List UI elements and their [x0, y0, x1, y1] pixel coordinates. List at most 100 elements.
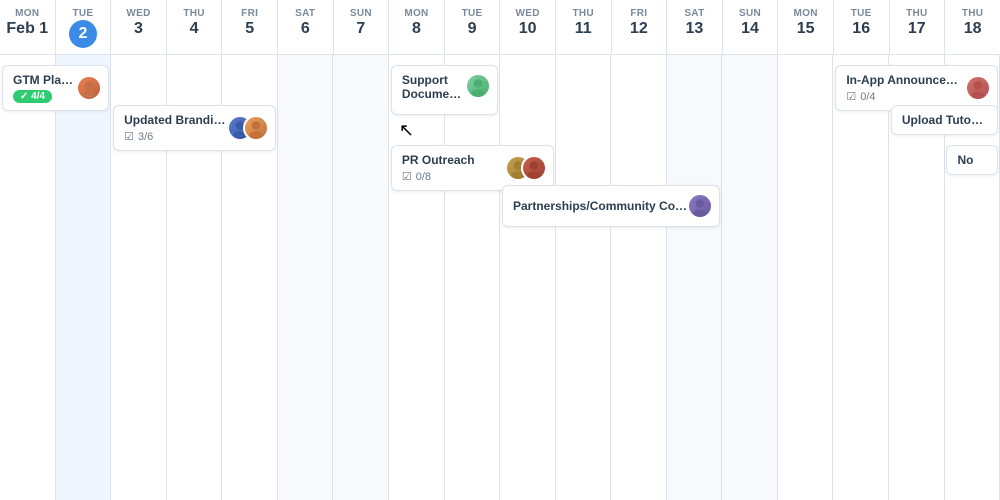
avatar [687, 193, 713, 219]
day-name: WED [516, 8, 540, 19]
day-header-10: WED10 [500, 0, 556, 54]
progress-text: 0/8 [416, 171, 431, 183]
day-header-3: WED3 [111, 0, 167, 54]
event-title: In-App Announcement [846, 73, 965, 87]
avatar [465, 73, 491, 99]
day-name: FRI [241, 8, 258, 19]
event-meta: ☑ 0/4 [846, 90, 965, 103]
calendar-header: MONFeb 1TUE2WED3THU4FRI5SAT6SUN7MON8TUE9… [0, 0, 1000, 55]
day-header-8: MON8 [389, 0, 445, 54]
check-icon: ☑ [124, 130, 134, 143]
day-number: 3 [134, 20, 143, 38]
day-name: TUE [72, 8, 93, 19]
day-header-13: SAT13 [667, 0, 723, 54]
event-partial[interactable]: No [946, 145, 998, 175]
event-meta: ☑ 0/8 [402, 170, 505, 183]
day-name: MON [404, 8, 428, 19]
event-title: Support [402, 73, 465, 87]
day-column-12 [667, 55, 723, 500]
day-number: Feb 1 [6, 20, 48, 38]
calendar-body: GTM Plan and Messa... ✓ 4/4 Updated Bran… [0, 55, 1000, 500]
avatar [521, 155, 547, 181]
check-icon: ☑ [402, 170, 412, 183]
event-branding[interactable]: Updated Branding & Logos ☑ 3/6 [113, 105, 276, 151]
event-title: GTM Plan and Messa... [13, 73, 76, 87]
day-number: 12 [630, 20, 648, 38]
event-title: Updated Branding & Logos [124, 113, 227, 127]
progress-text: 3/6 [138, 131, 153, 143]
day-header-9: TUE9 [445, 0, 501, 54]
day-header-17: THU17 [890, 0, 946, 54]
event-title: PR Outreach [402, 153, 505, 167]
day-number: 8 [412, 20, 421, 38]
day-number: 11 [575, 20, 592, 38]
day-number: 16 [852, 20, 870, 38]
day-name: SAT [295, 8, 315, 19]
day-number: 9 [468, 20, 477, 38]
day-number: 18 [964, 20, 982, 38]
day-name: WED [126, 8, 150, 19]
event-support[interactable]: Support Documentation [391, 65, 498, 115]
day-number: 13 [686, 20, 704, 38]
day-column-13 [722, 55, 778, 500]
day-number: 4 [190, 20, 199, 38]
day-number: 14 [741, 20, 759, 38]
event-title: Documentation [402, 87, 465, 101]
day-name: MON [15, 8, 39, 19]
day-number: 2 [69, 20, 97, 48]
day-name: THU [183, 8, 204, 19]
day-column-15 [833, 55, 889, 500]
day-name: SAT [684, 8, 704, 19]
day-name: THU [573, 8, 594, 19]
day-header-6: SAT6 [278, 0, 334, 54]
event-meta: ✓ 4/4 [13, 90, 76, 103]
day-column-5 [278, 55, 334, 500]
day-name: FRI [630, 8, 647, 19]
day-column-0 [0, 55, 56, 500]
day-header-7: SUN7 [334, 0, 390, 54]
day-column-11 [611, 55, 667, 500]
day-name: TUE [851, 8, 872, 19]
day-column-8 [445, 55, 501, 500]
progress-text: 0/4 [860, 91, 875, 103]
day-name: SUN [739, 8, 761, 19]
day-number: 6 [301, 20, 310, 38]
event-title: Upload Tutorial Videos [902, 113, 987, 127]
day-header-16: TUE16 [834, 0, 890, 54]
day-name: MON [793, 8, 817, 19]
day-column-1 [56, 55, 112, 500]
day-column-9 [500, 55, 556, 500]
day-number: 10 [519, 20, 537, 38]
day-header-15: MON15 [778, 0, 834, 54]
event-gtm[interactable]: GTM Plan and Messa... ✓ 4/4 [2, 65, 109, 111]
event-title: Partnerships/Community Content [513, 199, 687, 213]
calendar-container: MONFeb 1TUE2WED3THU4FRI5SAT6SUN7MON8TUE9… [0, 0, 1000, 500]
day-column-6 [333, 55, 389, 500]
check-icon: ☑ [846, 90, 856, 103]
avatar [76, 75, 102, 101]
day-number: 7 [356, 20, 365, 38]
day-name: TUE [462, 8, 483, 19]
day-header-5: FRI5 [222, 0, 278, 54]
progress-badge: ✓ 4/4 [13, 90, 52, 103]
day-number: 5 [245, 20, 254, 38]
day-name: THU [962, 8, 983, 19]
event-tutorial[interactable]: Upload Tutorial Videos [891, 105, 998, 135]
day-column-14 [778, 55, 834, 500]
day-column-10 [556, 55, 612, 500]
day-column-7 [389, 55, 445, 500]
day-header-18: THU18 [945, 0, 1000, 54]
day-header-12: FRI12 [612, 0, 668, 54]
day-number: 17 [908, 20, 926, 38]
day-header-2: TUE2 [56, 0, 112, 54]
avatar [243, 115, 269, 141]
day-header-11: THU11 [556, 0, 612, 54]
avatar [965, 75, 991, 101]
day-number: 15 [797, 20, 815, 38]
event-partnerships[interactable]: Partnerships/Community Content [502, 185, 720, 227]
day-header-14: SUN14 [723, 0, 779, 54]
event-title: No [957, 153, 987, 167]
day-name: SUN [350, 8, 372, 19]
event-meta: ☑ 3/6 [124, 130, 227, 143]
day-header-4: THU4 [167, 0, 223, 54]
